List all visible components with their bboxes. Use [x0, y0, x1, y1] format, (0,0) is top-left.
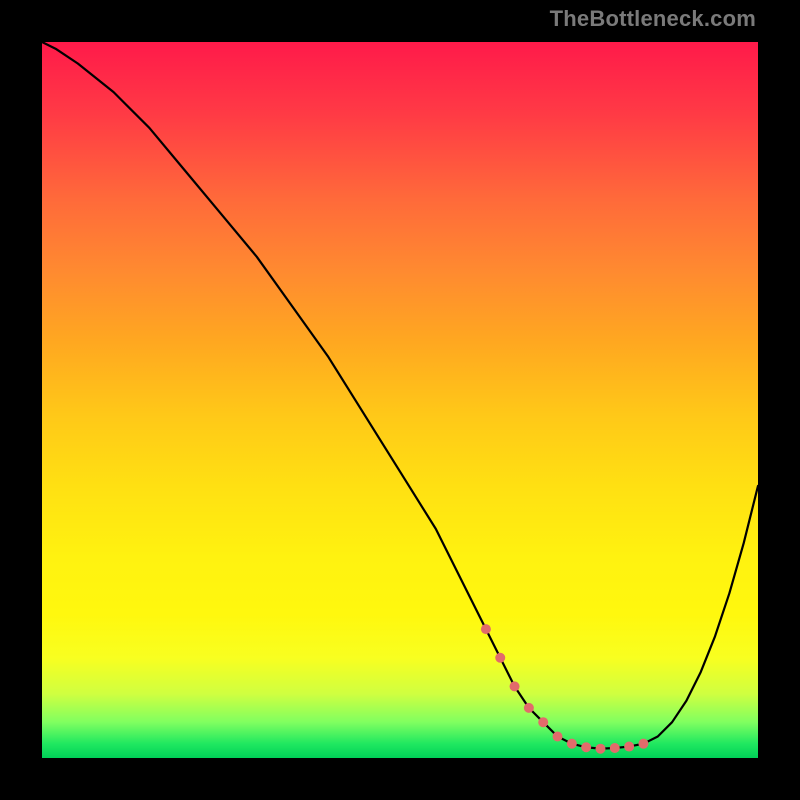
chart-svg: [42, 42, 758, 758]
bottleneck-curve: [42, 42, 758, 749]
chart-dot: [624, 742, 634, 752]
chart-dot: [481, 624, 491, 634]
chart-dot: [538, 717, 548, 727]
chart-dot: [595, 744, 605, 754]
curve-group: [42, 42, 758, 749]
chart-dot: [610, 743, 620, 753]
dots-group: [481, 624, 649, 754]
chart-dot: [524, 703, 534, 713]
chart-dot: [553, 732, 563, 742]
chart-plot-area: [42, 42, 758, 758]
chart-dot: [495, 653, 505, 663]
chart-dot: [510, 681, 520, 691]
chart-dot: [581, 742, 591, 752]
chart-dot: [567, 739, 577, 749]
chart-stage: TheBottleneck.com: [0, 0, 800, 800]
watermark-text: TheBottleneck.com: [550, 6, 756, 32]
chart-dot: [638, 739, 648, 749]
